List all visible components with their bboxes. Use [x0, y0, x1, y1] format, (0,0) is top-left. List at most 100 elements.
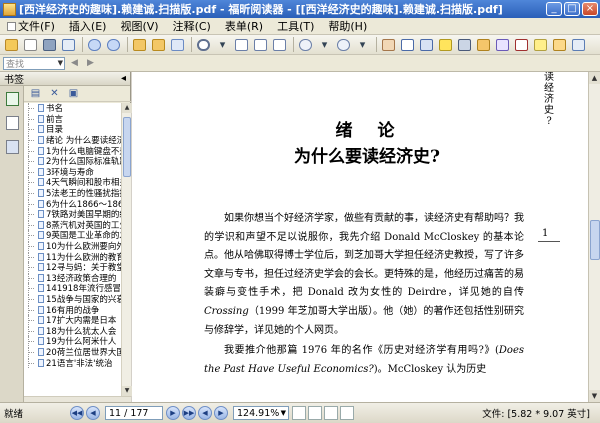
expand-bookmark-icon[interactable]: ▣: [68, 88, 79, 99]
bookmark-list: 书名前言目录绪论 为什么要读经济史?1为什么电脑键盘不是ABCD顺序2为什么国际…: [24, 103, 121, 396]
bookmark-scrollbar[interactable]: ▲ ▼: [121, 103, 132, 396]
prev-page-nav-button[interactable]: ◀: [86, 406, 100, 420]
fit-page-button[interactable]: [233, 37, 250, 53]
arrow-left-icon: [133, 38, 146, 51]
toolbar-separator: [293, 37, 294, 52]
menu-file-label: 文件(F): [18, 20, 55, 33]
delete-bookmark-icon[interactable]: ✕: [49, 88, 60, 99]
highlight-button[interactable]: [437, 37, 454, 53]
search-next-button[interactable]: ▶: [84, 57, 97, 70]
stamp-icon: [496, 38, 509, 51]
last-page-button[interactable]: [105, 37, 122, 53]
zoom-dropdown[interactable]: ▾: [214, 37, 231, 53]
continuous-view-button[interactable]: [308, 406, 322, 420]
tab-pages[interactable]: [3, 114, 21, 132]
bookmark-page-icon: [38, 294, 44, 303]
doc-scroll-thumb[interactable]: [590, 220, 600, 260]
page-number-input[interactable]: 11 / 177: [105, 406, 163, 420]
magnifier-icon: [197, 38, 210, 51]
select-text-button[interactable]: [399, 37, 416, 53]
maximize-button[interactable]: □: [564, 2, 580, 16]
bookmark-item[interactable]: 前言: [24, 113, 121, 125]
toolbar-separator: [376, 37, 377, 52]
print-button[interactable]: [41, 37, 58, 53]
actual-size-button[interactable]: [271, 37, 288, 53]
bookmark-page-icon: [38, 114, 44, 123]
menu-insert[interactable]: 插入(E): [62, 18, 114, 34]
back-button[interactable]: [131, 37, 148, 53]
minimize-button[interactable]: _: [546, 2, 562, 16]
zoom-in-button[interactable]: [335, 37, 352, 53]
doc-scroll-down-arrow[interactable]: ▼: [589, 390, 600, 402]
scroll-down-arrow[interactable]: ▼: [122, 386, 132, 396]
zoom-out-dropdown[interactable]: ▾: [316, 37, 333, 53]
rotate-button[interactable]: [169, 37, 186, 53]
continuous-facing-view-button[interactable]: [340, 406, 354, 420]
highlighter-icon: [439, 38, 452, 51]
zoom-in-dropdown[interactable]: ▾: [354, 37, 371, 53]
pencil-button[interactable]: [475, 37, 492, 53]
bookmark-page-icon: [38, 252, 44, 261]
toolbar-separator: [191, 37, 192, 52]
history-forward-button[interactable]: ▶: [214, 406, 228, 420]
menu-tools[interactable]: 工具(T): [270, 18, 321, 34]
shape-button[interactable]: [513, 37, 530, 53]
menu-help[interactable]: 帮助(H): [321, 18, 374, 34]
fit-width-button[interactable]: [252, 37, 269, 53]
search-input[interactable]: 查找 ▼: [3, 56, 65, 70]
single-page-view-button[interactable]: [292, 406, 306, 420]
doc-scroll-up-arrow[interactable]: ▲: [589, 72, 600, 84]
zoom-level-select[interactable]: 124.91% ▼: [233, 406, 289, 420]
bookmark-page-icon: [38, 220, 44, 229]
bookmark-tools: ▤ ✕ ▣: [24, 86, 131, 102]
facing-view-button[interactable]: [324, 406, 338, 420]
document-view[interactable]: 读经济史? 1 绪 论 为什么要读经济史? 如果你想当个好经济学家，做些有贡献的…: [132, 72, 588, 402]
document-icon: [7, 21, 16, 31]
note-button[interactable]: [532, 37, 549, 53]
search-placeholder: 查找: [6, 59, 25, 70]
document-scrollbar[interactable]: ▲ ▼: [588, 72, 600, 402]
snapshot-button[interactable]: [418, 37, 435, 53]
menu-file[interactable]: 文件(F): [0, 18, 62, 34]
bookmark-item[interactable]: 书名: [24, 103, 121, 114]
bookmark-page-icon: [38, 305, 44, 314]
menu-form[interactable]: 表单(R): [218, 18, 270, 34]
typewriter-button[interactable]: [456, 37, 473, 53]
close-button[interactable]: ×: [582, 2, 598, 16]
forward-button[interactable]: [150, 37, 167, 53]
tab-bookmarks[interactable]: [3, 90, 21, 108]
tree-line: [28, 166, 37, 177]
next-page-nav-button[interactable]: ▶: [166, 406, 180, 420]
zoom-out-button[interactable]: [297, 37, 314, 53]
stamp-button[interactable]: [494, 37, 511, 53]
zoom-tool-button[interactable]: [195, 37, 212, 53]
pages-icon: [5, 116, 19, 130]
tab-layers[interactable]: [3, 138, 21, 156]
bookmark-item[interactable]: 21语言'非法'统治: [24, 357, 121, 369]
menu-comment[interactable]: 注释(C): [166, 18, 218, 34]
scroll-thumb[interactable]: [123, 117, 131, 177]
tree-line: [28, 145, 37, 156]
tree-line: [28, 198, 37, 209]
last-page-nav-button[interactable]: ▶▶: [182, 406, 196, 420]
attachment-icon: [572, 38, 585, 51]
email-button[interactable]: [60, 37, 77, 53]
comment-button[interactable]: [551, 37, 568, 53]
hand-tool-button[interactable]: [380, 37, 397, 53]
typewriter-icon: [458, 38, 471, 51]
attachment-button[interactable]: [570, 37, 587, 53]
search-prev-button[interactable]: ◀: [68, 57, 81, 70]
bookmark-page-icon: [38, 347, 44, 356]
first-page-button[interactable]: [86, 37, 103, 53]
folder-icon: [5, 38, 18, 51]
first-page-nav-button[interactable]: ◀◀: [70, 406, 84, 420]
open-button[interactable]: [3, 37, 20, 53]
add-bookmark-icon[interactable]: ▤: [30, 88, 41, 99]
panel-collapse-button[interactable]: ◂: [121, 73, 126, 84]
history-back-button[interactable]: ◀: [198, 406, 212, 420]
fit-page-icon: [235, 38, 248, 51]
new-button[interactable]: [22, 37, 39, 53]
running-head-char: ?: [546, 116, 552, 127]
scroll-up-arrow[interactable]: ▲: [122, 103, 132, 113]
menu-view[interactable]: 视图(V): [113, 18, 165, 34]
